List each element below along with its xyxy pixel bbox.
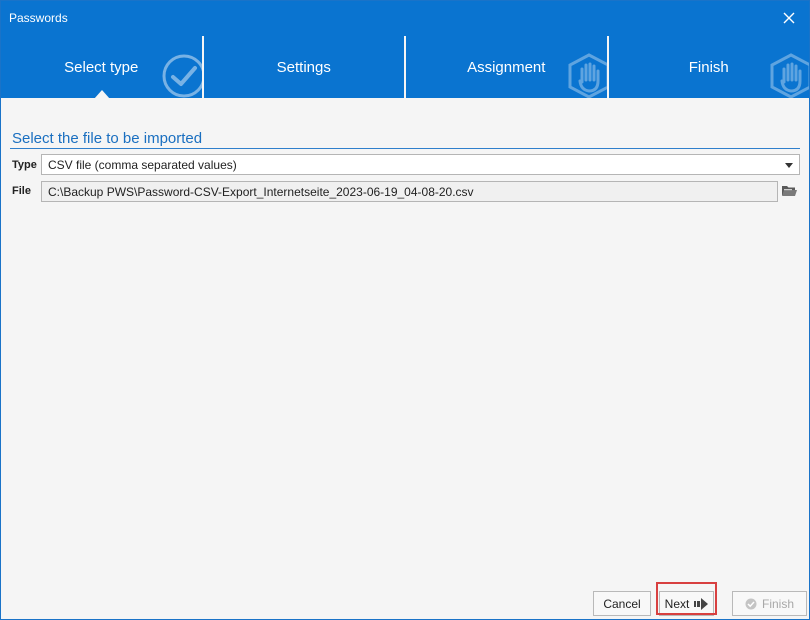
title-bar: Passwords (1, 1, 809, 36)
section-title: Select the file to be imported (12, 130, 203, 147)
chevron-down-icon (785, 163, 793, 168)
type-select[interactable]: CSV file (comma separated values) (41, 154, 800, 175)
window-title: Passwords (9, 11, 68, 25)
type-label: Type (12, 159, 37, 171)
close-icon (783, 12, 795, 24)
wizard-steps: Select type Settings Assignment Finish (1, 36, 809, 98)
import-dialog: Passwords Select type Settings Assignmen… (0, 0, 810, 620)
step-finish[interactable]: Finish (608, 36, 809, 98)
section-divider (10, 148, 800, 149)
close-button[interactable] (779, 7, 799, 29)
file-label: File (12, 185, 31, 197)
folder-open-icon (782, 186, 797, 196)
step-assignment[interactable]: Assignment (406, 36, 607, 98)
arrow-right-icon (694, 597, 709, 610)
hand-icon (568, 53, 607, 98)
browse-button[interactable] (780, 182, 798, 200)
hand-icon (770, 53, 809, 98)
step-settings[interactable]: Settings (203, 36, 404, 98)
next-button[interactable]: Next (659, 591, 714, 616)
finish-button[interactable]: Finish (732, 591, 807, 616)
check-icon (162, 54, 202, 98)
next-label: Next (664, 596, 690, 611)
step-select-type[interactable]: Select type (1, 36, 202, 98)
check-circle-icon (745, 598, 757, 609)
cancel-label: Cancel (603, 596, 641, 611)
cancel-button[interactable]: Cancel (593, 591, 651, 616)
finish-label: Finish (761, 596, 794, 611)
file-path-field[interactable]: C:\Backup PWS\Password-CSV-Export_Intern… (41, 181, 778, 202)
step-label: Settings (276, 59, 331, 76)
type-select-value: CSV file (comma separated values) (48, 158, 237, 172)
